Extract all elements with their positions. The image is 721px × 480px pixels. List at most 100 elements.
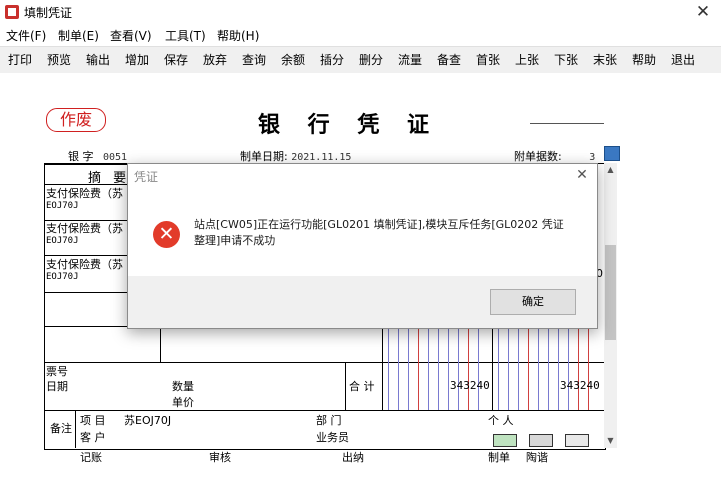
toolbar-help-button[interactable]: 帮助 [628, 50, 660, 70]
window-title: 填制凭证 [24, 6, 73, 20]
date-label: 制单日期: [240, 150, 288, 163]
calculator-icon[interactable] [529, 434, 553, 447]
total-label: 合 计 [349, 380, 375, 393]
ok-button[interactable]: 确定 [490, 289, 576, 315]
toolbar-save-button[interactable]: 保存 [160, 50, 192, 70]
amount-grid-line [418, 326, 419, 410]
grid-line [44, 220, 128, 221]
amount-grid-line [428, 326, 429, 410]
toolbar-prev-button[interactable]: 上张 [511, 50, 543, 70]
grid-line [44, 184, 128, 185]
project-value[interactable]: 苏EOJ70J [124, 415, 171, 427]
menu-tools[interactable]: 工具(T) [165, 27, 206, 44]
entry-summary: 支付保险费（苏 [46, 258, 123, 271]
debit-total: 343240 [450, 379, 490, 392]
window-close-button[interactable]: ✕ [692, 1, 714, 23]
toolbar-discard-button[interactable]: 放弃 [199, 50, 231, 70]
voucher-number: 0051 [103, 152, 128, 163]
amount-grid-line [388, 326, 389, 410]
dialog-close-icon[interactable]: ✕ [572, 166, 592, 184]
amount-grid-line [398, 326, 399, 410]
error-dialog: 凭证 ✕ ✕ 站点[CW05]正在运行功能[GL0201 填制凭证],模块互斥任… [127, 163, 598, 329]
remarks-label: 备注 [50, 422, 72, 435]
voucher-date-field[interactable]: 制单日期: 2021.11.15 [240, 148, 352, 164]
project-label: 项 目 [80, 414, 106, 427]
entry-summary: 支付保险费（苏 [46, 187, 123, 200]
ruler-icon[interactable] [565, 434, 589, 447]
toolbar-print-button[interactable]: 打印 [4, 50, 36, 70]
toolbar: 打印 预览 输出 增加 保存 放弃 查询 余额 插分 删分 流量 备查 首张 上… [0, 46, 721, 74]
reviewer-label: 审核 [209, 451, 231, 464]
maker-label: 制单 [488, 451, 510, 464]
toolbar-query-button[interactable]: 查询 [238, 50, 270, 70]
toolbar-last-button[interactable]: 末张 [589, 50, 621, 70]
entry-row-1[interactable]: 支付保险费（苏 EOJ70J [46, 188, 123, 212]
scroll-down-arrow-icon[interactable]: ▼ [604, 435, 617, 447]
grid-line [75, 410, 76, 448]
salesperson-label: 业务员 [316, 431, 349, 444]
dialog-message: 站点[CW05]正在运行功能[GL0201 填制凭证],模块互斥任务[GL020… [194, 218, 564, 247]
attachments-field[interactable]: 附单据数: 3 [514, 148, 596, 164]
amount-grid-line [458, 326, 459, 410]
ticket-no-label: 票号 [46, 365, 68, 378]
amount-grid-line [588, 326, 589, 410]
entry-row-3[interactable]: 支付保险费（苏 EOJ70J [46, 259, 123, 283]
toolbar-exit-button[interactable]: 退出 [667, 50, 699, 70]
amount-grid-line [498, 326, 499, 410]
amount-grid-line [468, 326, 469, 410]
grid-line [492, 326, 493, 410]
date-row-label: 日期 [46, 380, 68, 393]
voucher-title: 银 行 凭 证 [258, 112, 439, 138]
amount-grid-line [408, 326, 409, 410]
amount-grid-line [558, 326, 559, 410]
memo-card-icon[interactable] [493, 434, 517, 447]
toolbar-memo-button[interactable]: 备查 [433, 50, 465, 70]
grid-line [160, 326, 161, 362]
menu-file[interactable]: 文件(F) [6, 27, 46, 44]
credit-total: 343240 [560, 379, 600, 392]
bookkeeper-label: 记账 [80, 451, 102, 464]
toolbar-first-button[interactable]: 首张 [472, 50, 504, 70]
voucher-type-label: 银 字 [68, 150, 94, 163]
menu-bar: 文件(F) 制单(E) 查看(V) 工具(T) 帮助(H) [0, 25, 721, 45]
amount-grid-line [548, 326, 549, 410]
entry-code: EOJ70J [46, 272, 79, 282]
grid-line [44, 292, 128, 293]
title-bar: 填制凭证 ✕ [0, 0, 721, 24]
scroll-up-arrow-icon[interactable]: ▲ [604, 164, 617, 176]
department-label: 部 门 [316, 414, 342, 427]
entry-code: EOJ70J [46, 236, 79, 246]
maker-name: 陶谐 [526, 451, 548, 464]
grid-line [345, 362, 346, 410]
toolbar-delete-entry-button[interactable]: 删分 [355, 50, 387, 70]
toolbar-cashflow-button[interactable]: 流量 [394, 50, 426, 70]
menu-view[interactable]: 查看(V) [110, 27, 152, 44]
attachment-search-icon[interactable] [604, 146, 620, 161]
unit-price-label: 单价 [172, 396, 194, 409]
grid-line [44, 362, 604, 363]
toolbar-next-button[interactable]: 下张 [550, 50, 582, 70]
entry-summary: 支付保险费（苏 [46, 222, 123, 235]
grid-line [382, 326, 383, 410]
amount-grid-line [478, 326, 479, 410]
amount-grid-line [508, 326, 509, 410]
menu-edit[interactable]: 制单(E) [58, 27, 99, 44]
amount-grid-line [438, 326, 439, 410]
amount-grid-line [568, 326, 569, 410]
toolbar-preview-button[interactable]: 预览 [43, 50, 75, 70]
scrollbar-thumb[interactable] [605, 245, 616, 340]
error-icon: ✕ [153, 221, 180, 248]
title-underline [530, 123, 604, 124]
amount-grid-line [538, 326, 539, 410]
toolbar-add-button[interactable]: 增加 [121, 50, 153, 70]
quantity-label: 数量 [172, 380, 194, 393]
attachments-label: 附单据数: [514, 150, 562, 163]
toolbar-export-button[interactable]: 输出 [82, 50, 114, 70]
toolbar-insert-entry-button[interactable]: 插分 [316, 50, 348, 70]
menu-help[interactable]: 帮助(H) [217, 27, 259, 44]
entry-row-2[interactable]: 支付保险费（苏 EOJ70J [46, 223, 123, 247]
grid-line [44, 410, 604, 411]
grid-line [44, 255, 128, 256]
person-label: 个 人 [488, 414, 514, 427]
toolbar-balance-button[interactable]: 余额 [277, 50, 309, 70]
